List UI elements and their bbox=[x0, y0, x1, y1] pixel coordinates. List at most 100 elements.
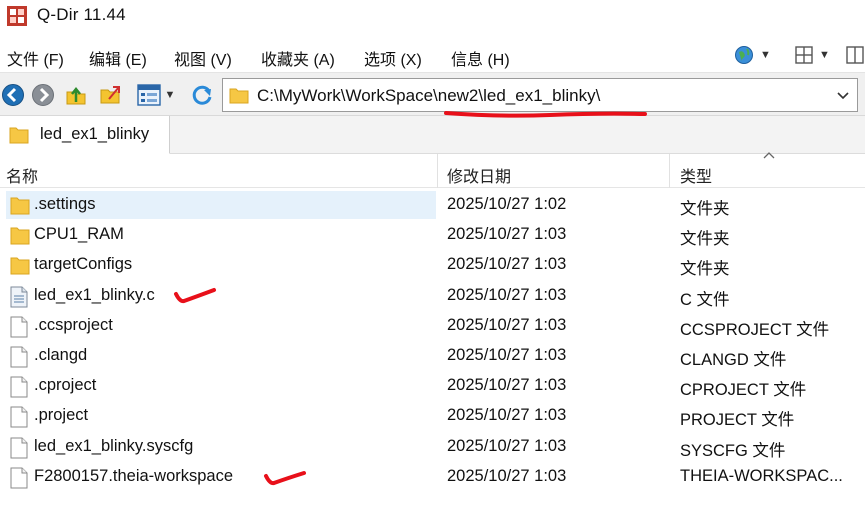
file-name-cell[interactable]: F2800157.theia-workspace bbox=[6, 463, 436, 491]
menu-options[interactable]: 选项 (X) bbox=[364, 46, 422, 70]
menu-info[interactable]: 信息 (H) bbox=[451, 46, 510, 70]
folder-icon bbox=[9, 127, 29, 144]
layout-grid-icon bbox=[795, 46, 813, 64]
file-row[interactable]: led_ex1_blinky.c 2025/10/27 1:03 C 文件 bbox=[0, 281, 865, 311]
file-date: 2025/10/27 1:03 bbox=[447, 466, 567, 485]
file-icon bbox=[10, 376, 30, 398]
refresh-button[interactable] bbox=[189, 82, 215, 108]
file-name: led_ex1_blinky.c bbox=[34, 285, 155, 304]
chevron-down-icon: ▼ bbox=[164, 89, 176, 101]
forward-icon bbox=[32, 84, 54, 106]
file-row[interactable]: .cproject 2025/10/27 1:03 CPROJECT 文件 bbox=[0, 371, 865, 401]
file-type: SYSCFG 文件 bbox=[680, 441, 786, 460]
column-type-header[interactable]: 类型 bbox=[680, 154, 712, 188]
file-name-cell[interactable]: targetConfigs bbox=[6, 251, 436, 279]
folder-sync-icon bbox=[100, 86, 120, 104]
file-row[interactable]: .clangd 2025/10/27 1:03 CLANGD 文件 bbox=[0, 341, 865, 371]
menu-edit[interactable]: 编辑 (E) bbox=[89, 46, 147, 70]
folder-icon bbox=[10, 195, 30, 217]
file-name: .clangd bbox=[34, 345, 88, 364]
view-mode-icon bbox=[136, 84, 161, 106]
folder-icon bbox=[10, 255, 30, 277]
address-bar[interactable]: C:\MyWork\WorkSpace\new2\led_ex1_blinky\ bbox=[222, 78, 858, 112]
file-type: 文件夹 bbox=[680, 260, 730, 279]
file-name-cell[interactable]: CPU1_RAM bbox=[6, 221, 436, 249]
file-name-cell[interactable]: .cproject bbox=[6, 372, 436, 400]
chevron-down-icon: ▼ bbox=[760, 49, 771, 61]
menu-file[interactable]: 文件 (F) bbox=[7, 46, 64, 70]
toolbar: ▼ C:\MyWork\WorkSpace\new2\led_ex1_blink… bbox=[0, 72, 865, 116]
back-icon bbox=[2, 84, 24, 106]
file-name: CPU1_RAM bbox=[34, 225, 124, 244]
view-mode-button[interactable]: ▼ bbox=[134, 82, 178, 108]
qdir-app-icon bbox=[7, 6, 27, 26]
folder-icon bbox=[229, 88, 249, 104]
menu-view[interactable]: 视图 (V) bbox=[174, 46, 232, 70]
file-row[interactable]: targetConfigs 2025/10/27 1:03 文件夹 bbox=[0, 250, 865, 280]
column-divider[interactable] bbox=[437, 154, 438, 188]
refresh-icon bbox=[192, 85, 212, 105]
file-icon bbox=[10, 346, 30, 368]
file-name-cell[interactable]: led_ex1_blinky.c bbox=[6, 282, 436, 310]
up-folder-button[interactable] bbox=[63, 82, 89, 108]
tab-led-ex1-blinky[interactable]: led_ex1_blinky bbox=[0, 116, 170, 154]
file-row[interactable]: .ccsproject 2025/10/27 1:03 CCSPROJECT 文件 bbox=[0, 311, 865, 341]
file-name: .project bbox=[34, 406, 89, 425]
file-type: THEIA-WORKSPAC... bbox=[680, 466, 843, 485]
chevron-down-icon[interactable] bbox=[835, 87, 851, 103]
file-name-cell[interactable]: .settings bbox=[6, 191, 436, 219]
file-icon bbox=[10, 406, 30, 428]
file-type: C 文件 bbox=[680, 290, 730, 309]
file-type: 文件夹 bbox=[680, 230, 730, 249]
file-row[interactable]: CPU1_RAM 2025/10/27 1:03 文件夹 bbox=[0, 220, 865, 250]
window-menu-button[interactable] bbox=[846, 42, 864, 68]
file-type: CLANGD 文件 bbox=[680, 350, 787, 369]
file-name: .settings bbox=[34, 195, 96, 213]
file-name-cell[interactable]: .project bbox=[6, 402, 436, 430]
menu-favorites[interactable]: 收藏夹 (A) bbox=[261, 46, 335, 70]
file-row[interactable]: .settings 2025/10/27 1:02 文件夹 bbox=[0, 190, 865, 220]
file-date: 2025/10/27 1:03 bbox=[447, 285, 567, 304]
globe-menu-button[interactable]: ▼ bbox=[734, 42, 771, 68]
file-name-cell[interactable]: led_ex1_blinky.syscfg bbox=[6, 433, 436, 461]
file-date: 2025/10/27 1:03 bbox=[447, 376, 567, 395]
file-row[interactable]: led_ex1_blinky.syscfg 2025/10/27 1:03 SYSC… bbox=[0, 432, 865, 462]
file-name-cell[interactable]: .ccsproject bbox=[6, 312, 436, 340]
file-date: 2025/10/27 1:03 bbox=[447, 406, 567, 425]
up-folder-icon bbox=[66, 86, 86, 105]
file-name: targetConfigs bbox=[34, 255, 133, 274]
file-name: .cproject bbox=[34, 376, 97, 395]
file-list: .settings 2025/10/27 1:02 文件夹 CPU1_RAM 2025/… bbox=[0, 190, 865, 492]
file-icon bbox=[10, 437, 30, 459]
file-date: 2025/10/27 1:03 bbox=[447, 225, 567, 244]
folder-icon bbox=[10, 225, 30, 247]
column-header: 名称 修改日期 类型 bbox=[0, 154, 865, 188]
column-divider[interactable] bbox=[669, 154, 670, 188]
address-path[interactable]: C:\MyWork\WorkSpace\new2\led_ex1_blinky\ bbox=[257, 86, 600, 106]
folder-sync-button[interactable] bbox=[98, 82, 124, 108]
chevron-down-icon: ▼ bbox=[819, 49, 830, 61]
file-type: PROJECT 文件 bbox=[680, 411, 795, 430]
file-date: 2025/10/27 1:03 bbox=[447, 436, 567, 455]
file-date: 2025/10/27 1:03 bbox=[447, 345, 567, 364]
c-source-file-icon bbox=[10, 286, 30, 308]
file-type: 文件夹 bbox=[680, 200, 730, 218]
file-name: F2800157.theia-workspace bbox=[34, 466, 234, 485]
sort-ascending-icon bbox=[763, 152, 775, 159]
column-name-header[interactable]: 名称 bbox=[6, 154, 38, 188]
back-button[interactable] bbox=[0, 82, 26, 108]
layout-menu-button[interactable]: ▼ bbox=[795, 42, 830, 68]
file-date: 2025/10/27 1:03 bbox=[447, 255, 567, 274]
title-bar: Q-Dir 11.44 bbox=[0, 0, 865, 34]
file-name: .ccsproject bbox=[34, 315, 113, 334]
file-icon bbox=[10, 467, 30, 489]
file-row[interactable]: F2800157.theia-workspace 2025/10/27 1:03 T… bbox=[0, 462, 865, 492]
file-type: CCSPROJECT 文件 bbox=[680, 320, 830, 339]
forward-button[interactable] bbox=[30, 82, 56, 108]
file-row[interactable]: .project 2025/10/27 1:03 PROJECT 文件 bbox=[0, 401, 865, 431]
file-name-cell[interactable]: .clangd bbox=[6, 342, 436, 370]
column-date-header[interactable]: 修改日期 bbox=[447, 154, 511, 188]
file-name: led_ex1_blinky.syscfg bbox=[34, 436, 194, 455]
menu-bar: 文件 (F) 编辑 (E) 视图 (V) 收藏夹 (A) 选项 (X) 信息 (… bbox=[0, 38, 865, 72]
file-type: CPROJECT 文件 bbox=[680, 381, 807, 400]
